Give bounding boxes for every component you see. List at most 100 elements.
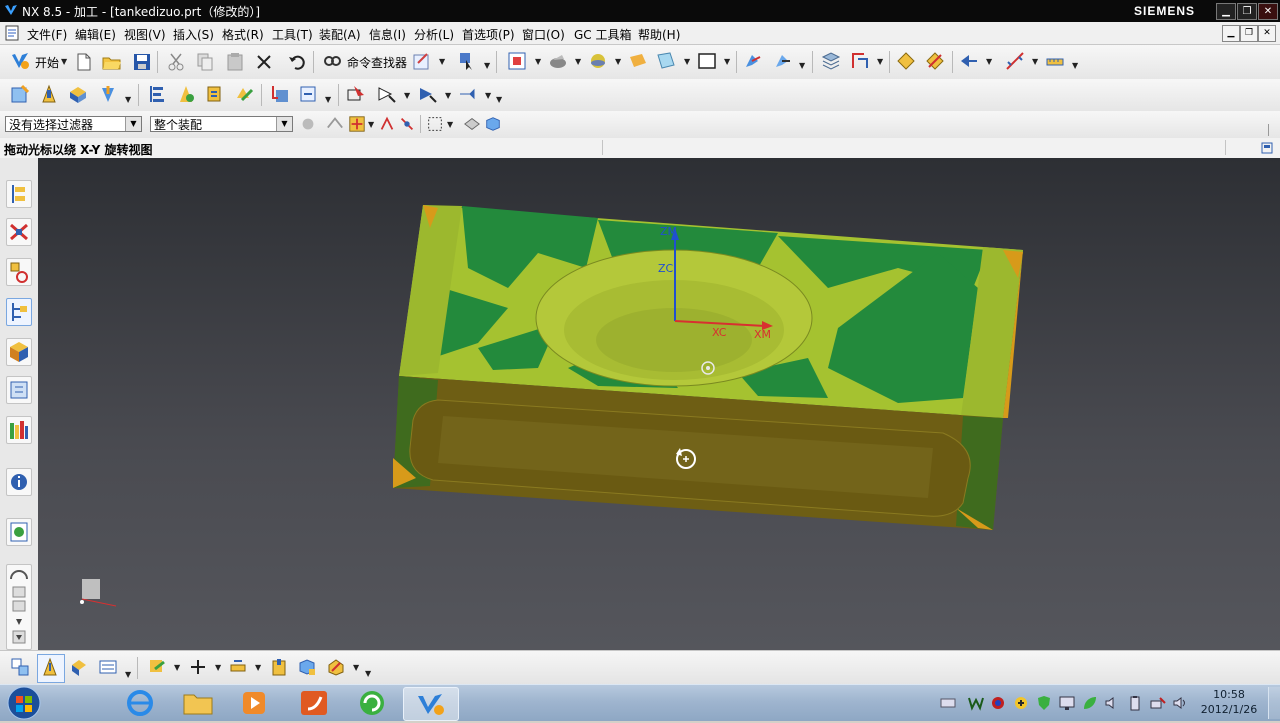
dropdown-arrow[interactable]: ▼: [1032, 57, 1038, 66]
resource-tab-web-browser[interactable]: [6, 468, 32, 496]
rectangle-select-icon[interactable]: [426, 115, 444, 133]
dropdown-arrow[interactable]: ▼: [799, 61, 805, 70]
dropdown-arrow[interactable]: ▼: [684, 57, 690, 66]
menu-tools[interactable]: 工具(T): [272, 26, 313, 43]
feed-rate-icon[interactable]: [228, 657, 248, 677]
geometry-view-icon[interactable]: [205, 84, 225, 104]
resource-tab-part-navigator[interactable]: [6, 258, 32, 286]
program-order-view-icon[interactable]: [147, 84, 167, 104]
create-program-icon[interactable]: [10, 84, 30, 104]
machine-tool-view-icon[interactable]: [176, 84, 196, 104]
menu-insert[interactable]: 插入(S): [173, 26, 214, 43]
edit-section-icon[interactable]: [628, 51, 648, 71]
general-selection-filter-icon[interactable]: [299, 115, 317, 133]
cue-toggle-icon[interactable]: [1261, 142, 1273, 154]
show-desktop-button[interactable]: [1268, 687, 1280, 719]
geometry-tree-icon[interactable]: [69, 657, 89, 677]
leaf-tray-icon[interactable]: [1082, 695, 1098, 711]
type-filter-select[interactable]: 没有选择过滤器 ▼: [5, 116, 142, 132]
machining-method-view-icon[interactable]: [234, 84, 254, 104]
material-icon[interactable]: [297, 657, 317, 677]
cross-add-icon[interactable]: [188, 657, 208, 677]
resource-bar-scroller[interactable]: [6, 564, 32, 650]
edit-object-icon[interactable]: [147, 657, 167, 677]
refresh-app-icon[interactable]: [346, 687, 398, 719]
resource-tab-machine-navigator[interactable]: [6, 218, 32, 246]
dropdown-arrow[interactable]: ▼: [125, 95, 131, 104]
select-faces-icon[interactable]: [463, 115, 481, 133]
volume-tray-icon[interactable]: [1172, 695, 1188, 711]
dropdown-arrow[interactable]: ▼: [255, 663, 261, 672]
new-file-icon[interactable]: [74, 52, 94, 72]
dropdown-arrow[interactable]: ▼: [174, 663, 180, 672]
dropdown-arrow[interactable]: ▼: [404, 91, 410, 100]
mdi-close-button[interactable]: ✕: [1258, 25, 1276, 42]
dropdown-arrow[interactable]: ▼: [575, 57, 581, 66]
dropdown-arrow[interactable]: ▼: [986, 57, 992, 66]
dropdown-arrow[interactable]: ▼: [485, 91, 491, 100]
shaded-sphere-icon[interactable]: [588, 51, 608, 71]
snap-settings-icon[interactable]: [348, 115, 366, 133]
resource-tab-history[interactable]: [6, 518, 32, 546]
snap-point-icon[interactable]: [959, 51, 979, 71]
dropdown-arrow[interactable]: ▼: [484, 61, 490, 70]
menu-assembly[interactable]: 装配(A): [319, 26, 361, 43]
background-icon[interactable]: [697, 51, 717, 71]
security-tray-icon[interactable]: [990, 695, 1006, 711]
restore-button[interactable]: ❐: [1237, 3, 1257, 20]
w-tray-icon[interactable]: [968, 695, 984, 711]
menu-file[interactable]: 文件(F): [27, 26, 67, 43]
output-cls-icon[interactable]: [458, 84, 478, 104]
start-icon[interactable]: [10, 51, 30, 71]
resource-tab-palettes[interactable]: [6, 416, 32, 444]
menu-format[interactable]: 格式(R): [222, 26, 264, 43]
menu-preferences[interactable]: 首选项(P): [462, 26, 515, 43]
feature-curve-icon[interactable]: [326, 115, 344, 133]
shield-tray-icon[interactable]: [1036, 695, 1052, 711]
shop-documentation-icon[interactable]: [418, 84, 438, 104]
dropdown-arrow[interactable]: ▼: [125, 670, 131, 679]
mdi-restore-button[interactable]: ❐: [1240, 25, 1258, 42]
sync-tray-icon[interactable]: [1013, 695, 1029, 711]
dropdown-arrow[interactable]: ▼: [365, 669, 371, 678]
delete-icon[interactable]: [254, 52, 274, 72]
menu-window[interactable]: 窗口(O): [522, 26, 565, 43]
graphics-window[interactable]: ZM ZC XC XM: [38, 158, 1280, 650]
network-tray-icon[interactable]: [1150, 695, 1166, 711]
point-on-curve-icon[interactable]: [378, 115, 396, 133]
minimize-button[interactable]: ▁: [1216, 3, 1236, 20]
command-finder-icon[interactable]: [322, 52, 342, 72]
create-geometry-icon[interactable]: [68, 84, 88, 104]
open-folder-icon[interactable]: [102, 52, 122, 72]
dropdown-arrow[interactable]: ▼: [445, 91, 451, 100]
wcs-dynamic-icon[interactable]: [772, 51, 792, 71]
monitor-tray-icon[interactable]: [1059, 695, 1075, 711]
dropdown-arrow[interactable]: ▼: [353, 663, 359, 672]
save-icon[interactable]: [132, 52, 152, 72]
menu-edit[interactable]: 编辑(E): [75, 26, 116, 43]
create-tool-icon[interactable]: [39, 84, 59, 104]
method-view-icon[interactable]: [98, 657, 118, 677]
dropdown-arrow[interactable]: ▼: [215, 663, 221, 672]
paste-icon[interactable]: [225, 52, 245, 72]
resource-tab-hd3d-tools[interactable]: [6, 376, 32, 404]
selection-scope-select[interactable]: 整个装配 ▼: [150, 116, 293, 132]
start-orb-icon[interactable]: [4, 685, 44, 721]
cutting-params-icon[interactable]: [269, 657, 289, 677]
keyboard-tray-icon[interactable]: [940, 695, 956, 711]
resource-tab-operation-navigator[interactable]: [6, 180, 32, 208]
nx-taskbar-button[interactable]: [403, 687, 459, 721]
start-button-label[interactable]: 开始: [35, 54, 59, 71]
copy-icon[interactable]: [195, 52, 215, 72]
internet-explorer-icon[interactable]: [114, 687, 166, 719]
fit-view-icon[interactable]: [507, 51, 527, 71]
chevron-down-icon[interactable]: ▼: [276, 117, 292, 131]
dropdown-arrow[interactable]: ▼: [439, 57, 445, 66]
model-scene[interactable]: ZM ZC XC XM: [38, 158, 1280, 650]
sketch-icon[interactable]: [412, 51, 432, 71]
move-to-layer-icon[interactable]: [850, 51, 870, 71]
clipping-plane-icon[interactable]: [656, 51, 676, 71]
select-type-icon[interactable]: [457, 51, 477, 71]
dropdown-arrow[interactable]: ▼: [325, 95, 331, 104]
dropdown-arrow[interactable]: ▼: [496, 95, 502, 104]
